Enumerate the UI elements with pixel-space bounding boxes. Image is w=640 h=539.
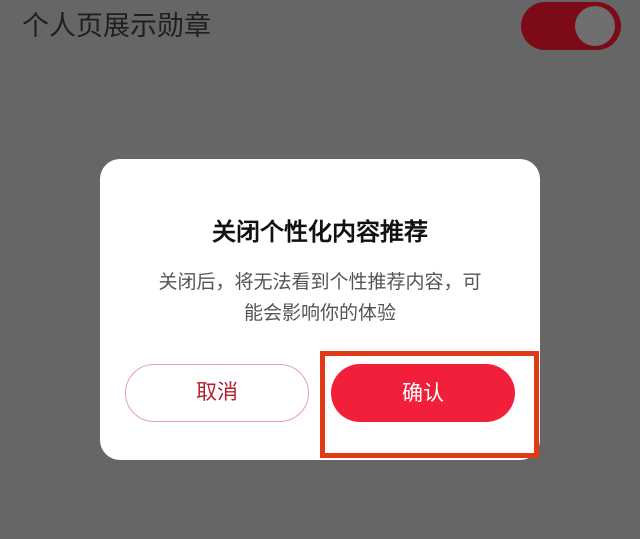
badge-setting-label: 个人页展示勋章 (22, 11, 211, 42)
cancel-button[interactable]: 取消 (125, 364, 309, 422)
toggle-knob (575, 6, 615, 46)
badge-setting-row: 个人页展示勋章 (0, 0, 640, 62)
dialog-message-line-2: 能会影响你的体验 (243, 302, 396, 324)
screen: 个人页展示勋章 关闭个性化内容推荐 关闭后，将无法看到个性推荐内容，可 能会影响… (0, 0, 640, 539)
personalization-dialog: 关闭个性化内容推荐 关闭后，将无法看到个性推荐内容，可 能会影响你的体验 取消 … (100, 159, 540, 460)
dialog-title: 关闭个性化内容推荐 (212, 218, 428, 246)
badge-toggle-switch[interactable] (521, 2, 621, 50)
confirm-button[interactable]: 确认 (331, 364, 515, 422)
dialog-message: 关闭后，将无法看到个性推荐内容，可 能会影响你的体验 (120, 267, 520, 329)
dialog-message-line-1: 关闭后，将无法看到个性推荐内容，可 (158, 271, 482, 293)
